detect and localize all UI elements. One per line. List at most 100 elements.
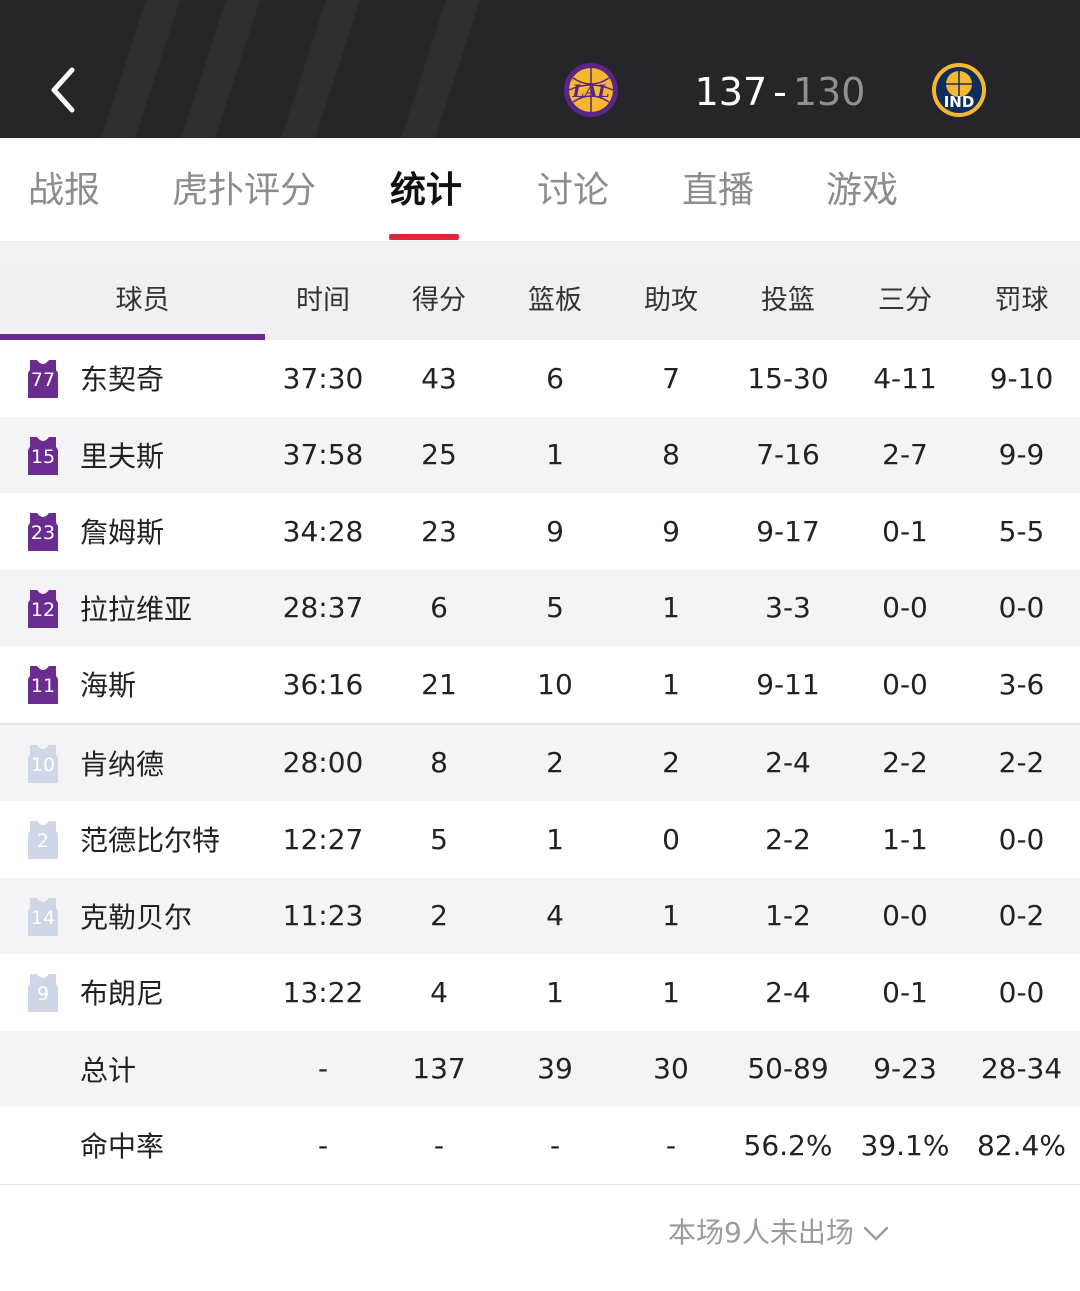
back-arrow-icon[interactable] <box>40 62 88 118</box>
jersey-icon: 77 <box>26 358 60 399</box>
tab-bar: 战报 虎扑评分 统计 讨论 直播 游戏 <box>0 138 1080 242</box>
cell-rebounds: 5 <box>546 591 564 625</box>
cell-field-goals: 1-2 <box>765 899 811 933</box>
cell-minutes: 37:30 <box>282 361 364 395</box>
player-name[interactable]: 克勒贝尔 <box>80 878 192 955</box>
column-header-points[interactable]: 得分 <box>381 262 497 340</box>
player-name[interactable]: 布朗尼 <box>80 954 164 1031</box>
table-row[interactable]: 77 东契奇 37:30 43 6 7 15-30 4-11 9-10 <box>0 340 1080 417</box>
cell-points: 4 <box>430 975 448 1009</box>
cell-points: 8 <box>430 746 448 780</box>
cell-assists: 2 <box>662 746 680 780</box>
cell-three-pointers: 4-11 <box>873 361 937 395</box>
cell-field-goals: 56.2% <box>743 1128 833 1162</box>
column-header-player[interactable]: 球员 <box>20 262 265 340</box>
cell-three-pointers: 0-0 <box>882 591 928 625</box>
table-row[interactable]: 10 肯纳德 28:00 8 2 2 2-4 2-2 2-2 <box>0 724 1080 802</box>
jersey-icon: 14 <box>26 896 60 936</box>
player-name[interactable]: 东契奇 <box>80 340 164 417</box>
summary-group: 总计 - 137 39 30 50-89 9-23 28-34 命中率 - - - - 56.2% 39.1… <box>0 1030 1080 1184</box>
cell-minutes: - <box>317 1052 329 1086</box>
row-label: 总计 <box>80 1053 137 1087</box>
column-header-free-throws[interactable]: 罚球 <box>963 262 1080 340</box>
cell-minutes: 37:58 <box>282 438 364 472</box>
jersey-icon: 12 <box>26 588 60 628</box>
lakers-logo-text: LAL <box>571 82 609 102</box>
pacers-logo[interactable]: IND <box>931 62 987 118</box>
column-header-rebounds[interactable]: 篮板 <box>497 262 613 340</box>
cell-minutes: 36:16 <box>282 667 364 701</box>
dnp-toggle[interactable]: 本场9人未出场 <box>668 1211 890 1255</box>
jersey-number: 9 <box>36 983 50 1006</box>
score-separator: - <box>773 70 787 114</box>
cell-free-throws: 3-6 <box>998 667 1045 701</box>
column-header-three-pointers[interactable]: 三分 <box>847 262 963 340</box>
tab-games[interactable]: 游戏 <box>826 166 898 216</box>
cell-field-goals: 7-16 <box>756 438 820 472</box>
chevron-down-icon <box>863 1226 889 1241</box>
cell-minutes: 12:27 <box>282 822 364 856</box>
cell-assists: 0 <box>662 822 680 856</box>
player-name[interactable]: 海斯 <box>80 646 136 723</box>
cell-assists: 1 <box>662 667 680 701</box>
cell-points: 23 <box>421 514 457 548</box>
jersey-number: 10 <box>30 753 56 776</box>
cell-field-goals: 9-11 <box>756 667 820 701</box>
cell-free-throws: 2-2 <box>998 746 1045 780</box>
cell-points: 21 <box>421 667 457 701</box>
column-header-field-goals[interactable]: 投篮 <box>729 262 847 340</box>
cell-free-throws: 82.4% <box>977 1128 1066 1162</box>
cell-points: 43 <box>421 361 457 395</box>
column-header-minutes[interactable]: 时间 <box>265 262 381 340</box>
column-header-assists[interactable]: 助攻 <box>613 262 729 340</box>
player-name[interactable]: 范德比尔特 <box>80 801 220 878</box>
cell-minutes: 34:28 <box>282 514 364 548</box>
jersey-number: 23 <box>30 522 56 545</box>
cell-field-goals: 9-17 <box>756 514 820 548</box>
cell-rebounds: - <box>549 1128 561 1162</box>
jersey-number: 77 <box>30 369 56 392</box>
tab-live[interactable]: 直播 <box>682 166 754 216</box>
cell-free-throws: 0-0 <box>998 822 1045 856</box>
tab-stats[interactable]: 统计 <box>390 166 462 216</box>
cell-points: 2 <box>430 899 448 933</box>
tab-discussion[interactable]: 讨论 <box>537 166 609 216</box>
cell-three-pointers: 1-1 <box>882 822 928 856</box>
player-name[interactable]: 拉拉维亚 <box>80 570 192 647</box>
lakers-logo[interactable]: LAL <box>563 62 619 118</box>
player-name[interactable]: 里夫斯 <box>80 417 164 494</box>
player-name[interactable]: 詹姆斯 <box>80 493 164 570</box>
cell-rebounds: 4 <box>546 899 564 933</box>
table-row[interactable]: 9 布朗尼 13:22 4 1 1 2-4 0-1 0-0 <box>0 954 1080 1031</box>
tab-recap[interactable]: 战报 <box>28 166 100 216</box>
jersey-icon: 2 <box>26 819 60 860</box>
jersey-icon: 10 <box>26 743 60 783</box>
table-row[interactable]: 15 里夫斯 37:58 25 1 8 7-16 2-7 9-9 <box>0 416 1080 494</box>
jersey-icon: 15 <box>26 435 60 475</box>
table-row[interactable]: 12 拉拉维亚 28:37 6 5 1 3-3 0-0 0-0 <box>0 569 1080 647</box>
cell-assists: 1 <box>662 591 680 625</box>
table-row[interactable]: 23 詹姆斯 34:28 23 9 9 9-17 0-1 5-5 <box>0 493 1080 570</box>
jersey-icon: 23 <box>26 511 60 552</box>
player-name[interactable]: 肯纳德 <box>80 725 164 802</box>
cell-free-throws: 0-2 <box>998 899 1045 933</box>
table-row[interactable]: 2 范德比尔特 12:27 5 1 0 2-2 1-1 0-0 <box>0 801 1080 878</box>
table-header: 球员 时间 得分 篮板 助攻 投篮 三分 罚球 <box>0 262 1080 340</box>
cell-rebounds: 9 <box>546 514 564 548</box>
tab-ratings[interactable]: 虎扑评分 <box>172 166 316 216</box>
starters-group: 77 东契奇 37:30 43 6 7 15-30 4-11 9-10 15 里夫斯 37:58 25 1… <box>0 340 1080 723</box>
cell-minutes: 11:23 <box>282 899 364 933</box>
cell-rebounds: 1 <box>546 822 564 856</box>
game-header: LAL 137-130 IND <box>0 0 1080 138</box>
cell-minutes: - <box>317 1128 329 1162</box>
score-display: 137-130 <box>680 66 880 118</box>
cell-three-pointers: 2-2 <box>882 746 928 780</box>
cell-assists: 7 <box>662 361 680 395</box>
bench-group: 10 肯纳德 28:00 8 2 2 2-4 2-2 2-2 2 范德比尔特 12:27 5 1 0 2-2 1… <box>0 724 1080 1031</box>
cell-three-pointers: 0-1 <box>882 514 928 548</box>
cell-field-goals: 2-4 <box>765 746 811 780</box>
table-row[interactable]: 11 海斯 36:16 21 10 1 9-11 0-0 3-6 <box>0 646 1080 723</box>
header-stripe <box>167 0 267 138</box>
cell-rebounds: 6 <box>546 361 564 395</box>
table-row[interactable]: 14 克勒贝尔 11:23 2 4 1 1-2 0-0 0-2 <box>0 877 1080 955</box>
